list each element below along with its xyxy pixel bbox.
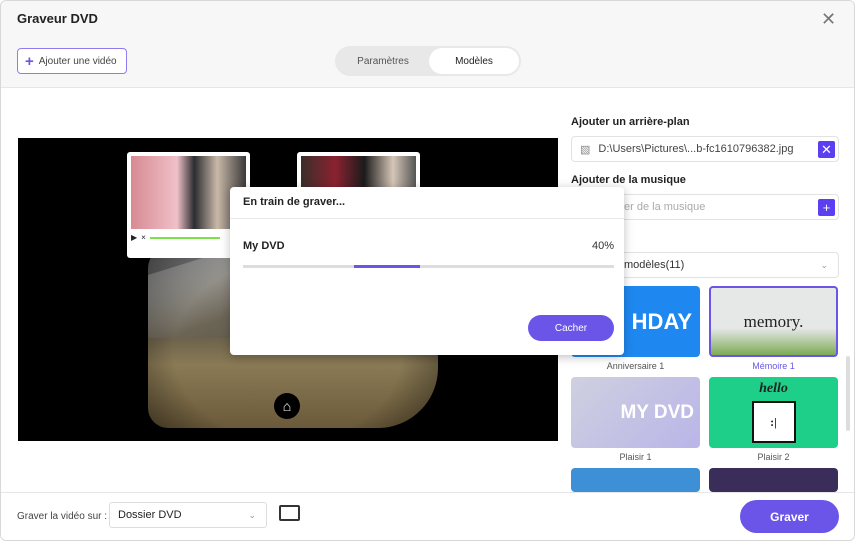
dvd-burner-window: Graveur DVD ✕ + Ajouter une vidéo Paramèt… — [0, 0, 855, 541]
background-path: D:\Users\Pictures\...b-fc1610796382.jpg — [598, 143, 794, 155]
music-label: Ajouter de la musique — [571, 174, 686, 186]
tab-switch: Paramètres Modèles — [335, 46, 521, 76]
playback-bar[interactable] — [149, 236, 220, 239]
progress-percent: 40% — [591, 240, 614, 252]
thumbnail-image — [131, 156, 246, 229]
header: Graveur DVD ✕ + Ajouter une vidéo Paramèt… — [1, 1, 854, 88]
template-text: MY DVD — [620, 401, 694, 423]
face-icon: :| — [751, 401, 796, 443]
template-text: memory. — [743, 311, 804, 331]
folder-icon[interactable] — [279, 505, 300, 521]
template-label: Plaisir 1 — [619, 452, 652, 462]
chevron-down-icon: ⌄ — [248, 509, 256, 520]
image-icon: ▧ — [580, 143, 591, 156]
mute-icon[interactable]: × — [141, 233, 146, 242]
template-label: Anniversaire 1 — [606, 361, 665, 371]
template-item[interactable] — [709, 468, 838, 492]
window-title: Graveur DVD — [17, 11, 98, 26]
scrollbar[interactable] — [846, 356, 850, 431]
template-text: HDAY — [631, 308, 692, 334]
burn-button[interactable]: Graver — [740, 500, 839, 533]
background-field[interactable]: ▧ D:\Users\Pictures\...b-fc1610796382.jpg… — [571, 136, 839, 162]
tab-modeles[interactable]: Modèles — [429, 48, 519, 74]
template-plaisir-1[interactable]: MY DVD — [571, 377, 700, 448]
play-icon[interactable]: ▶ — [131, 233, 137, 242]
burn-target-value: Dossier DVD — [118, 509, 182, 521]
add-video-label: Ajouter une vidéo — [38, 55, 117, 67]
burn-target-select[interactable]: Dossier DVD ⌄ — [109, 502, 267, 528]
close-icon[interactable]: ✕ — [821, 9, 836, 30]
background-label: Ajouter un arrière-plan — [571, 116, 690, 128]
progress-fill — [354, 265, 420, 268]
hide-button[interactable]: Cacher — [528, 315, 614, 341]
divider — [230, 218, 624, 219]
music-placeholder: er de la musique — [624, 201, 706, 213]
dialog-title: En train de graver... — [243, 196, 346, 208]
template-item[interactable] — [571, 468, 700, 492]
chevron-down-icon: ⌄ — [820, 259, 828, 270]
burning-dialog: En train de graver... My DVD 40% Cacher — [230, 187, 624, 355]
template-memoire-1[interactable]: memory. — [709, 286, 838, 357]
burn-to-label: Graver la vidéo sur : — [17, 511, 108, 522]
home-icon[interactable]: ⌂ — [274, 393, 300, 419]
burning-item-name: My DVD — [243, 240, 285, 252]
add-music-button[interactable]: + — [818, 199, 835, 216]
template-label: Plaisir 2 — [757, 452, 790, 462]
template-plaisir-2[interactable]: hello :| — [709, 377, 838, 448]
plus-icon: + — [25, 52, 34, 70]
tab-parametres[interactable]: Paramètres — [337, 48, 429, 74]
templates-dropdown-value: modèles(11) — [624, 259, 685, 271]
template-text: hello — [759, 381, 788, 396]
template-label: Mémoire 1 — [752, 361, 795, 371]
remove-background-button[interactable]: ✕ — [818, 141, 835, 158]
progress-bar — [243, 265, 614, 268]
add-video-button[interactable]: + Ajouter une vidéo — [17, 48, 127, 74]
